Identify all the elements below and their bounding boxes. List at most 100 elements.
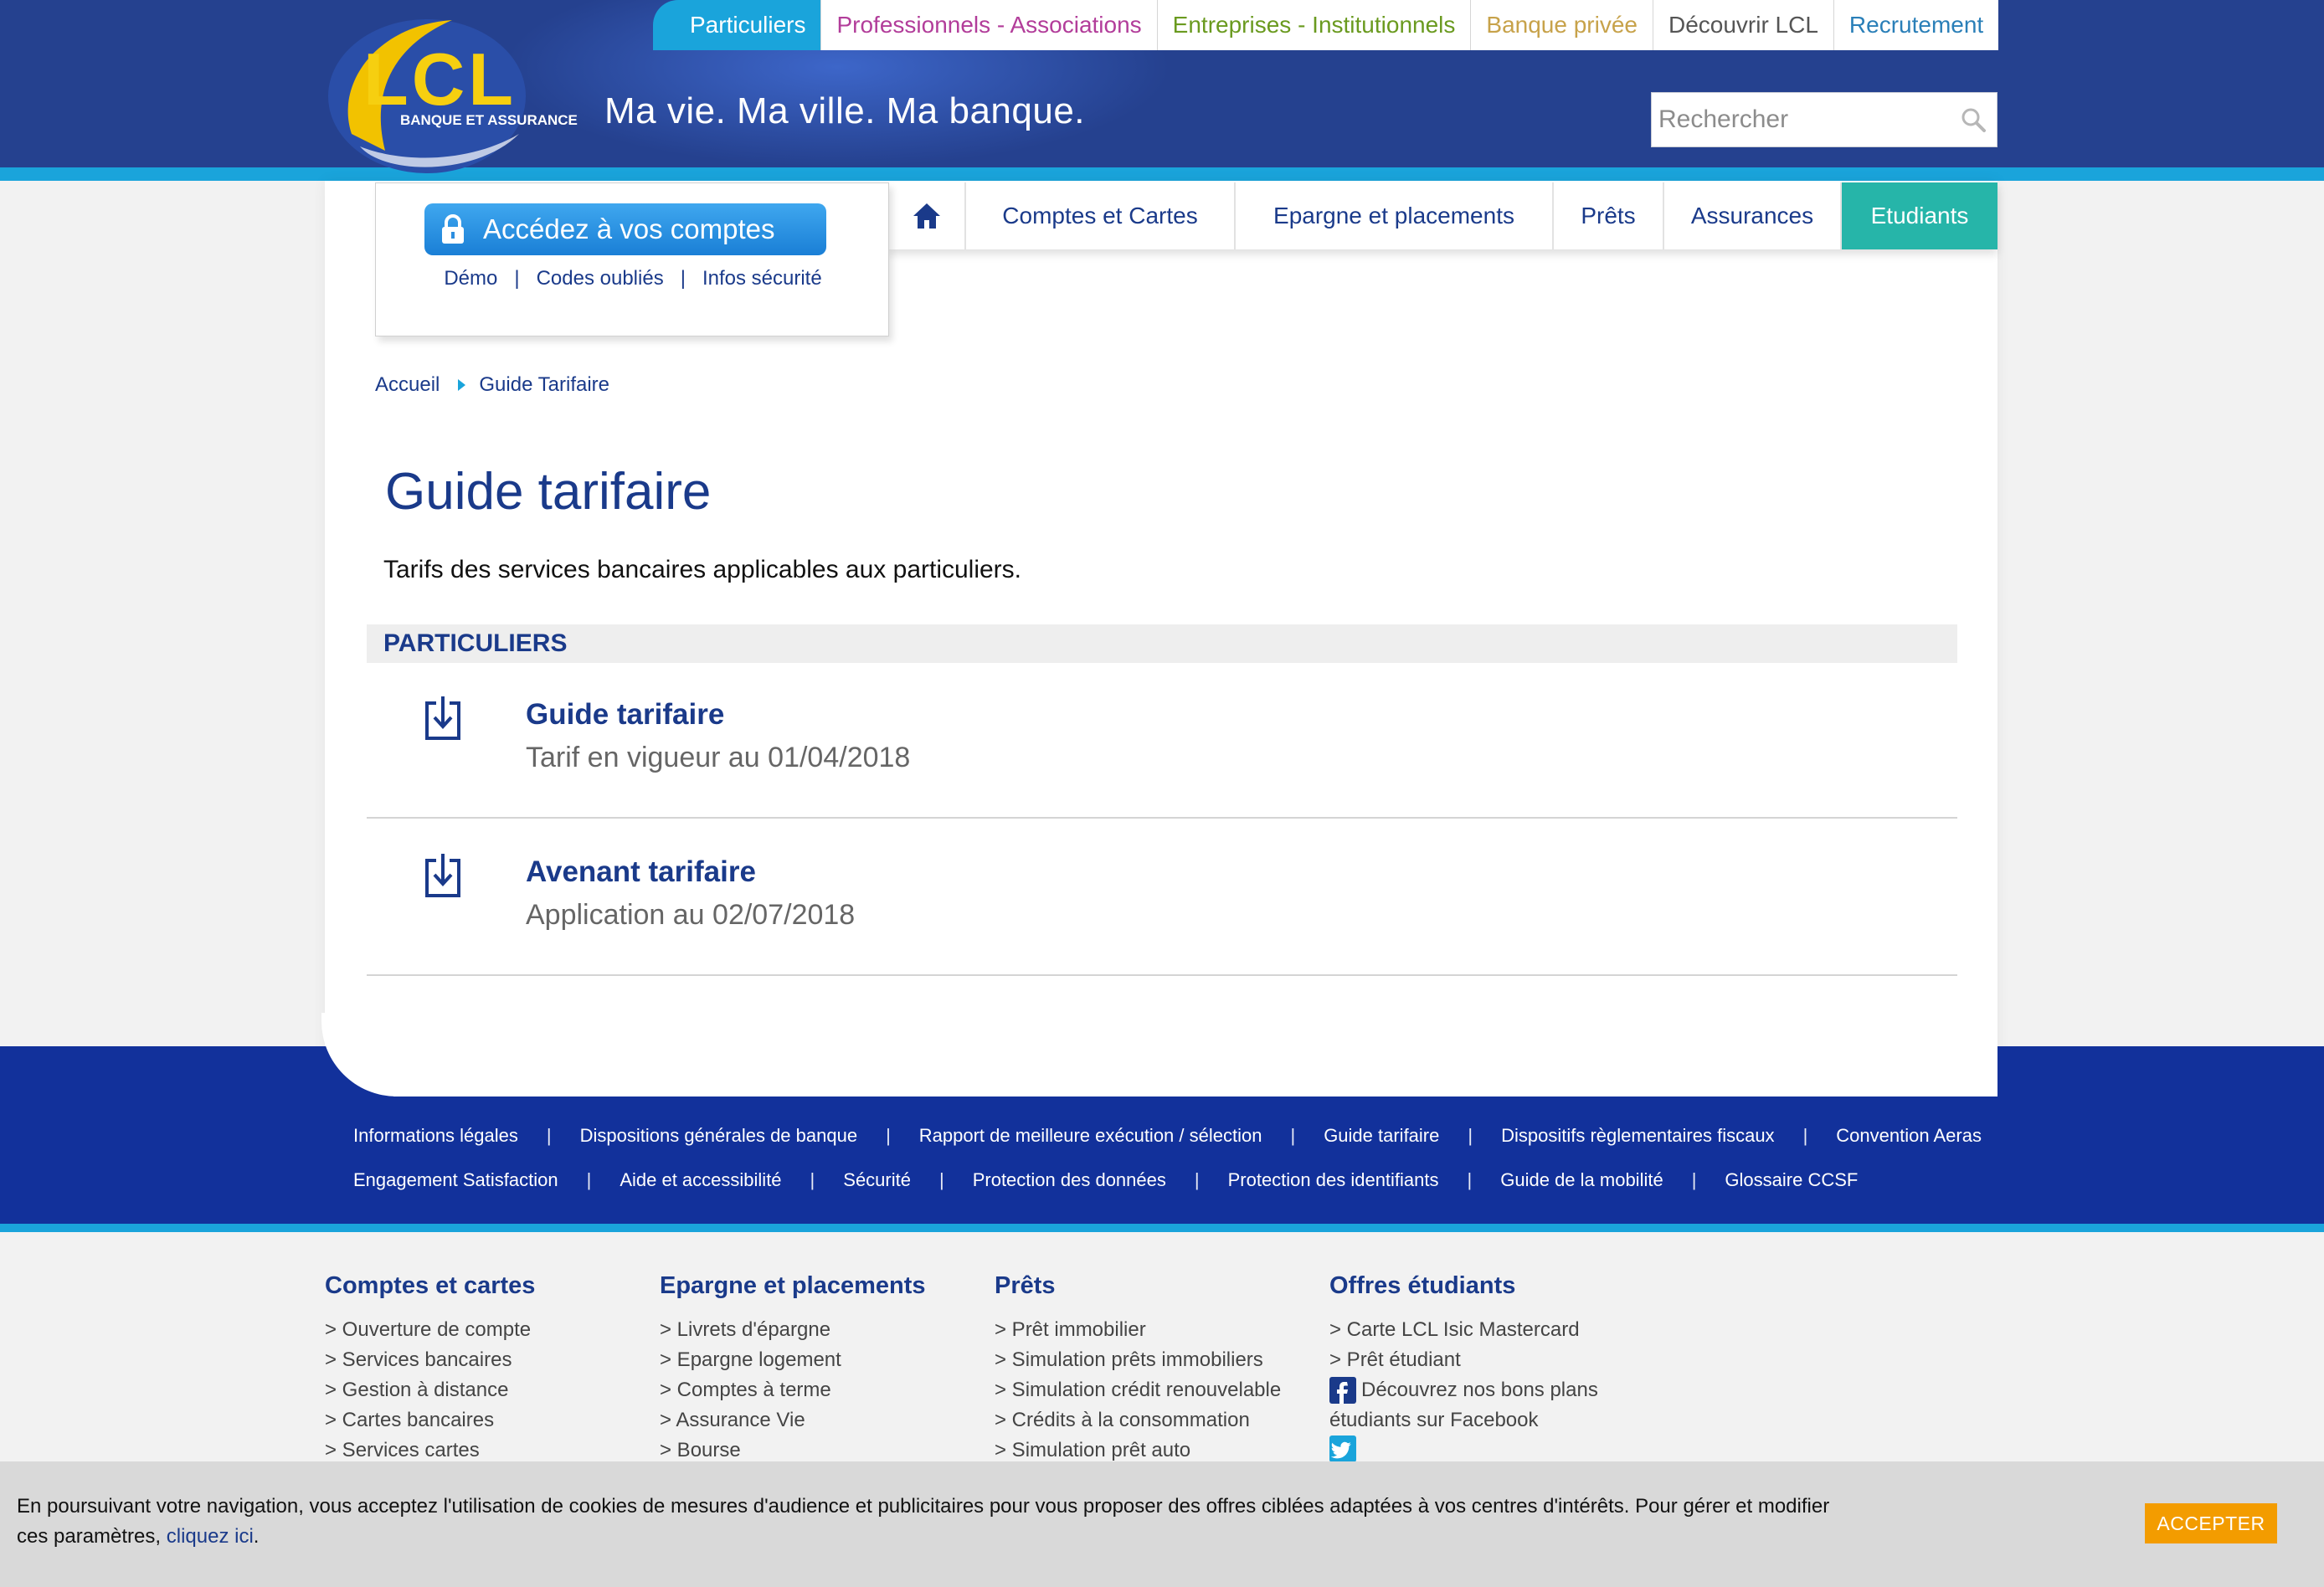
nav-home[interactable] xyxy=(889,182,966,249)
accept-cookies-button[interactable]: ACCEPTER xyxy=(2145,1503,2277,1543)
nav-etudiants[interactable]: Etudiants xyxy=(1842,182,1998,249)
footer-separator: | xyxy=(546,1125,552,1146)
top-nav-item-1[interactable]: Professionnels - Associations xyxy=(820,0,1157,50)
download-icon[interactable] xyxy=(424,852,462,899)
footer-column: Comptes et cartes > Ouverture de compte … xyxy=(325,1272,535,1466)
logo-subtext: BANQUE ET ASSURANCE xyxy=(400,112,578,128)
footer-link[interactable]: > Assurance Vie xyxy=(660,1405,926,1435)
footer-link[interactable]: Convention Aeras xyxy=(1836,1125,1982,1147)
footer-link[interactable]: Dispositifs règlementaires fiscaux xyxy=(1501,1125,1774,1147)
cookie-text-end: . xyxy=(253,1525,260,1548)
nav-assurances[interactable]: Assurances xyxy=(1664,182,1842,249)
footer-link[interactable]: Dispositions générales de banque xyxy=(580,1125,857,1147)
cookie-text-line2: ces paramètres, xyxy=(17,1525,162,1548)
nav-epargne[interactable]: Epargne et placements xyxy=(1236,182,1554,249)
forgotten-codes-link[interactable]: Codes oubliés xyxy=(537,267,664,290)
main-nav: Comptes et Cartes Epargne et placements … xyxy=(889,182,1998,249)
document-row[interactable]: Avenant tarifaire Application au 02/07/2… xyxy=(367,820,1957,976)
footer-link[interactable]: > Simulation crédit renouvelable xyxy=(995,1375,1281,1405)
facebook-link[interactable]: Découvrez nos bons plans xyxy=(1329,1375,1598,1405)
separator: | xyxy=(680,267,686,290)
footer-link[interactable]: Aide et accessibilité xyxy=(620,1169,781,1191)
breadcrumb-arrow-icon xyxy=(458,379,466,391)
top-nav-item-4[interactable]: Découvrir LCL xyxy=(1652,0,1833,50)
top-nav-item-5[interactable]: Recrutement xyxy=(1833,0,1999,50)
footer-link[interactable]: > Carte LCL Isic Mastercard xyxy=(1329,1315,1598,1345)
page-title: Guide tarifaire xyxy=(385,463,712,521)
document-title[interactable]: Guide tarifaire xyxy=(526,698,724,732)
footer-link[interactable]: Protection des identifiants xyxy=(1228,1169,1439,1191)
nav-prets[interactable]: Prêts xyxy=(1554,182,1664,249)
footer-separator: | xyxy=(1468,1125,1473,1146)
login-box: Accédez à vos comptes Démo | Codes oubli… xyxy=(375,182,889,336)
top-nav-item-2[interactable]: Entreprises - Institutionnels xyxy=(1156,0,1471,50)
footer-link[interactable]: > Ouverture de compte xyxy=(325,1315,535,1345)
facebook-text: Découvrez nos bons plans xyxy=(1361,1379,1598,1401)
demo-link[interactable]: Démo xyxy=(444,267,497,290)
footer-link[interactable]: > Gestion à distance xyxy=(325,1375,535,1405)
access-accounts-label: Accédez à vos comptes xyxy=(483,213,775,244)
facebook-text[interactable]: étudiants sur Facebook xyxy=(1329,1405,1598,1435)
footer-link[interactable]: > Cartes bancaires xyxy=(325,1405,535,1435)
document-row[interactable]: Guide tarifaire Tarif en vigueur au 01/0… xyxy=(367,663,1957,819)
footer-link[interactable]: > Epargne logement xyxy=(660,1345,926,1375)
document-subtitle: Application au 02/07/2018 xyxy=(526,899,856,931)
footer-column-title: Epargne et placements xyxy=(660,1272,926,1299)
footer-column-title: Prêts xyxy=(995,1272,1056,1299)
twitter-link[interactable] xyxy=(1329,1435,1598,1462)
footer-link[interactable]: Protection des données xyxy=(973,1169,1166,1191)
cookie-banner: En poursuivant votre navigation, vous ac… xyxy=(0,1461,2324,1587)
footer-separator: | xyxy=(586,1169,592,1190)
footer-link[interactable]: Rapport de meilleure exécution / sélecti… xyxy=(919,1125,1262,1147)
breadcrumb-home[interactable]: Accueil xyxy=(375,373,440,397)
search-input[interactable]: Rechercher xyxy=(1658,105,1788,134)
footer-link[interactable]: Guide tarifaire xyxy=(1324,1125,1439,1147)
footer-link[interactable]: Engagement Satisfaction xyxy=(353,1169,558,1191)
footer-link[interactable]: > Livrets d'épargne xyxy=(660,1315,926,1345)
footer-link[interactable]: > Crédits à la consommation xyxy=(995,1405,1281,1435)
nav-comptes-cartes[interactable]: Comptes et Cartes xyxy=(966,182,1236,249)
document-subtitle: Tarif en vigueur au 01/04/2018 xyxy=(526,742,911,773)
top-nav-item-3[interactable]: Banque privée xyxy=(1470,0,1653,50)
top-nav: Particuliers Professionnels - Association… xyxy=(653,0,1999,50)
footer-column-title: Offres étudiants xyxy=(1329,1272,1516,1299)
footer-separator: | xyxy=(1290,1125,1296,1146)
lcl-logo[interactable]: LCL BANQUE ET ASSURANCE xyxy=(326,8,594,176)
footer-separator: | xyxy=(1802,1125,1808,1146)
footer-separator: | xyxy=(1691,1169,1697,1190)
document-title[interactable]: Avenant tarifaire xyxy=(526,855,756,889)
download-icon[interactable] xyxy=(424,695,462,742)
twitter-icon xyxy=(1329,1435,1598,1462)
footer-link[interactable]: Glossaire CCSF xyxy=(1725,1169,1858,1191)
logo-text: LCL xyxy=(363,38,517,121)
footer-link[interactable]: Sécurité xyxy=(843,1169,911,1191)
cookie-settings-link[interactable]: cliquez ici xyxy=(167,1525,254,1548)
security-info-link[interactable]: Infos sécurité xyxy=(702,267,822,290)
facebook-icon xyxy=(1329,1377,1356,1404)
footer-link[interactable]: Guide de la mobilité xyxy=(1500,1169,1663,1191)
breadcrumb-current[interactable]: Guide Tarifaire xyxy=(479,373,609,397)
footer-links-row: Informations légales | Dispositions généra… xyxy=(0,1125,2324,1147)
footer-separator: | xyxy=(810,1169,815,1190)
footer-link[interactable]: > Services bancaires xyxy=(325,1345,535,1375)
footer-separator: | xyxy=(1194,1169,1200,1190)
footer-link[interactable]: > Prêt immobilier xyxy=(995,1315,1281,1345)
footer-link[interactable]: > Prêt étudiant xyxy=(1329,1345,1598,1375)
footer-separator: | xyxy=(1467,1169,1473,1190)
top-nav-item-0[interactable]: Particuliers xyxy=(653,0,821,50)
footer-link[interactable]: > Comptes à terme xyxy=(660,1375,926,1405)
footer-separator: | xyxy=(938,1169,944,1190)
cookie-text-line1: En poursuivant votre navigation, vous ac… xyxy=(17,1495,1830,1518)
access-accounts-button[interactable]: Accédez à vos comptes xyxy=(424,203,826,255)
login-links: Démo | Codes oubliés | Infos sécurité xyxy=(376,267,890,290)
search-icon[interactable] xyxy=(1960,106,1987,133)
footer-link[interactable]: Informations légales xyxy=(353,1125,518,1147)
search-box[interactable]: Rechercher xyxy=(1651,92,1998,147)
lock-icon xyxy=(441,214,465,244)
footer-column: Epargne et placements > Livrets d'épargn… xyxy=(660,1272,926,1466)
footer-link[interactable]: > Simulation prêts immobiliers xyxy=(995,1345,1281,1375)
cookie-text: En poursuivant votre navigation, vous ac… xyxy=(17,1492,1859,1552)
separator: | xyxy=(514,267,520,290)
footer-column: Offres étudiants > Carte LCL Isic Master… xyxy=(1329,1272,1598,1462)
slogan: Ma vie. Ma ville. Ma banque. xyxy=(604,90,1086,131)
